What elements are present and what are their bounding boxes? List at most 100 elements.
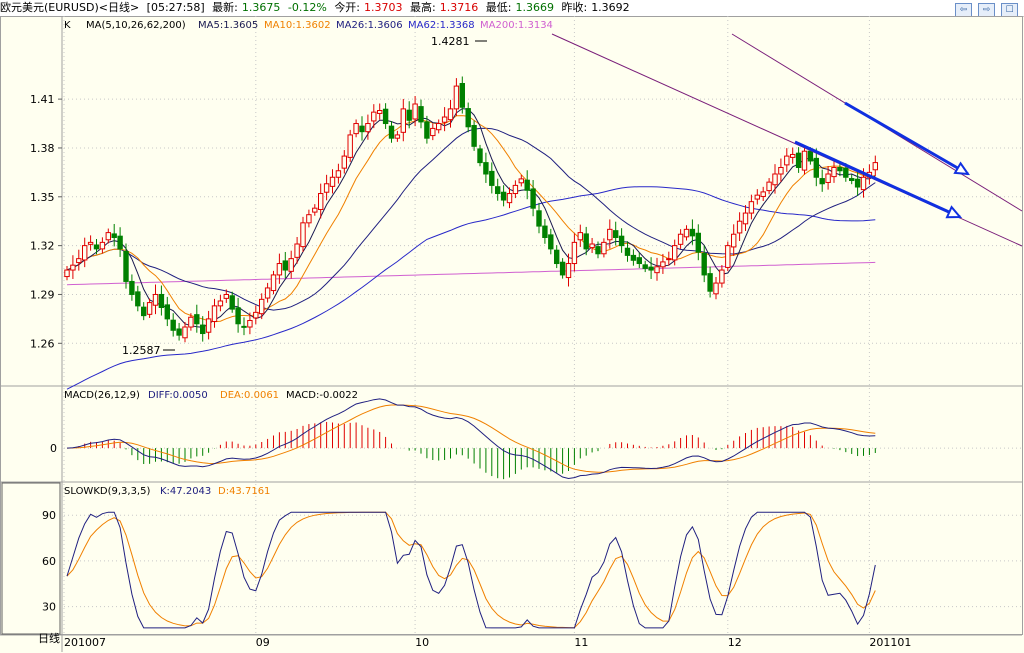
candle-body <box>341 155 348 169</box>
candle-body <box>359 125 365 133</box>
candle-body <box>477 148 483 164</box>
candle-body <box>595 246 601 255</box>
macd-tick-label: 0 <box>50 442 57 455</box>
low-value: 1.3669 <box>515 1 554 14</box>
candle-body <box>347 134 353 158</box>
candle-body <box>371 111 377 122</box>
candle-body <box>636 257 642 265</box>
back-icon[interactable]: ⇦ <box>955 3 972 17</box>
candle-body <box>536 210 542 227</box>
candle-body <box>571 241 578 265</box>
candle-body <box>813 157 819 178</box>
candle-body <box>618 235 625 247</box>
candle-body <box>87 241 94 245</box>
latest-label: 最新: <box>212 1 238 14</box>
support-arrow-head <box>945 205 963 219</box>
price-tick-label: 1.41 <box>30 93 55 106</box>
candle-body <box>754 194 760 200</box>
candle-body <box>211 305 218 322</box>
price-tick-label: 1.32 <box>30 240 55 253</box>
price-tick-label: 1.29 <box>30 288 55 301</box>
candle-body <box>660 261 666 268</box>
candle-body <box>424 121 430 139</box>
candle-body <box>318 193 324 210</box>
kd-panel <box>66 511 876 629</box>
candle-body <box>164 304 171 320</box>
ma200-line <box>66 261 876 286</box>
ma10-label: MA10:1.3602 <box>264 20 331 31</box>
candle-body <box>247 320 253 328</box>
prevclose-value: 1.3692 <box>591 1 630 14</box>
candle-body <box>335 170 342 178</box>
high-annotation: 1.4281 <box>431 35 470 48</box>
price-tick-label: 1.26 <box>30 337 55 350</box>
x-tick-label: 11 <box>574 636 588 649</box>
candle-body <box>483 162 489 175</box>
candle-body <box>748 201 755 214</box>
k-line <box>66 511 876 629</box>
candle-body <box>294 243 300 258</box>
candle-body <box>695 232 701 253</box>
ma5-label: MA5:1.3605 <box>198 20 258 31</box>
price-tick-label: 1.38 <box>30 142 55 155</box>
candle-body <box>170 319 176 331</box>
candle-body <box>843 167 849 178</box>
candle-body <box>701 252 707 276</box>
candle-body <box>129 280 135 295</box>
low-annotation: 1.2587 <box>122 344 161 357</box>
open-value: 1.3703 <box>364 1 403 14</box>
kd-d-label: D:43.7161 <box>218 486 270 497</box>
chart-area[interactable]: 1.41 1.38 1.35 1.32 1.29 1.26 0 90 60 30 201007 09 1… <box>0 16 1024 653</box>
candle-body <box>872 162 878 171</box>
candle-body <box>524 179 530 191</box>
macd-diff-label: DIFF:0.0050 <box>148 390 208 401</box>
candle-body <box>459 82 466 108</box>
candle-body <box>306 214 312 224</box>
candle-body <box>672 245 678 261</box>
candle-body <box>99 241 106 250</box>
candle-body <box>736 220 743 234</box>
restore-icon[interactable]: ☐ <box>1001 3 1018 17</box>
macd-panel <box>66 398 876 480</box>
candle-body <box>276 263 283 276</box>
candle-body <box>282 260 289 271</box>
instrument-title: 欧元美元(EURUSD)<日线> <box>0 1 140 14</box>
candle-body <box>565 263 572 279</box>
ma200-label: MA200:1.3134 <box>480 20 553 31</box>
quote-time: [05:27:58] <box>146 1 205 14</box>
high-value: 1.3716 <box>439 1 479 14</box>
x-tick-label: 10 <box>415 636 429 649</box>
candle-body <box>801 150 808 171</box>
candle-body <box>807 150 814 162</box>
high-label: 最高: <box>410 1 436 14</box>
candle-body <box>554 249 560 265</box>
candle-body <box>654 266 660 274</box>
candle-body <box>559 261 566 276</box>
candle-body <box>82 245 88 261</box>
candle-body <box>784 155 790 166</box>
candle-body <box>117 235 123 250</box>
diff-line <box>66 398 876 480</box>
candle-body <box>241 325 247 328</box>
macd-dea-label: DEA:0.0061 <box>220 390 279 401</box>
low-label: 最低: <box>485 1 512 14</box>
candle-body <box>194 314 200 325</box>
candle-body <box>725 245 731 268</box>
candle-body <box>329 176 336 187</box>
candle-body <box>683 228 690 238</box>
candle-body <box>819 178 825 185</box>
forward-icon[interactable]: ⇨ <box>978 3 995 17</box>
candle-body <box>447 108 454 121</box>
kd-tick-label: 90 <box>42 509 56 522</box>
candle-body <box>465 108 471 128</box>
ma62-line <box>66 186 876 390</box>
candle-body <box>406 109 412 121</box>
candle-body <box>200 324 206 335</box>
macd-params-label: MACD(26,12,9) <box>64 390 140 401</box>
candle-body <box>146 302 153 315</box>
candle-body <box>259 298 265 315</box>
candle-body <box>512 184 519 195</box>
candle-body <box>412 103 418 120</box>
candle-body <box>141 306 147 317</box>
indicator-legends: K MA(5,10,26,62,200) MA5:1.3605 MA10:1.3… <box>38 20 553 645</box>
